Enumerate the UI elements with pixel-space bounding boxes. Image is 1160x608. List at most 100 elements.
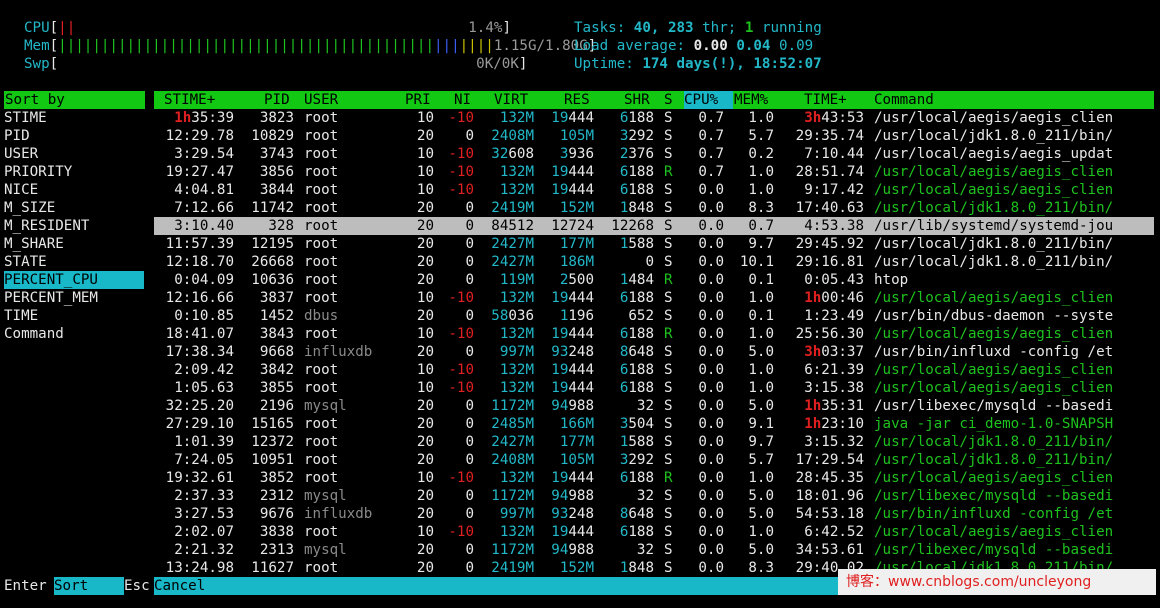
- cell-mem: 1.0: [748, 524, 774, 540]
- process-row[interactable]: 11:57.39 12195 root 20 0 2427M 177M 1588 S 0.0 9.7…: [154, 235, 1154, 253]
- sort-option-m-resident[interactable]: M_RESIDENT: [4, 217, 144, 235]
- cell-user: root: [304, 524, 339, 540]
- process-row[interactable]: 0:04.09 10636 root 20 0 119M 2500 1484 R 0.0 0.1 0:…: [154, 271, 1154, 289]
- sort-option-pid[interactable]: PID: [4, 127, 144, 145]
- cell-mem: 5.0: [748, 542, 774, 558]
- cell-time: 17:40.63: [795, 200, 864, 216]
- sort-option-time[interactable]: TIME: [4, 307, 144, 325]
- cell-cmd: /usr/bin/dbus-daemon --syste: [874, 308, 1114, 324]
- cell-cpu: 0.0: [698, 506, 724, 522]
- col-mem[interactable]: MEM%: [734, 91, 768, 109]
- cell-cmd: /usr/local/jdk1.8.0_211/bin/: [874, 254, 1114, 270]
- cell-stime: 0:10.85: [174, 308, 234, 324]
- process-row[interactable]: 7:24.05 10951 root 20 0 2408M 105M 3292 S 0.0 5.7 1…: [154, 451, 1154, 469]
- col-pid[interactable]: PID: [264, 91, 290, 109]
- process-row[interactable]: 32:25.20 2196 mysql 20 0 1172M 94988 32 S 0.0 5.0 1…: [154, 397, 1154, 415]
- cell-virt: 84512: [491, 218, 534, 234]
- col-shr[interactable]: SHR: [624, 91, 650, 109]
- cell-ni: 0: [465, 434, 474, 450]
- cell-stime: 19:27.47: [165, 164, 234, 180]
- process-row[interactable]: 12:29.78 10829 root 20 0 2408M 105M 3292 S 0.7 5.7…: [154, 127, 1154, 145]
- sort-option-percent-cpu[interactable]: PERCENT_CPU: [4, 271, 144, 289]
- cell-shr: 1588: [619, 434, 654, 450]
- process-row[interactable]: 19:27.47 3856 root 10 -10 132M 19444 6188 R 0.7 1.…: [154, 163, 1154, 181]
- cell-shr: 1484: [619, 272, 654, 288]
- sort-option-stime[interactable]: STIME: [4, 109, 144, 127]
- process-row[interactable]: 18:41.07 3843 root 10 -10 132M 19444 6188 R 0.0 1.…: [154, 325, 1154, 343]
- process-row[interactable]: 17:38.34 9668 influxdb 20 0 997M 93248 8648 S 0.0…: [154, 343, 1154, 361]
- cell-ni: -10: [448, 290, 474, 306]
- cell-s: S: [664, 452, 673, 468]
- sort-option-m-share[interactable]: M_SHARE: [4, 235, 144, 253]
- cell-pri: 10: [416, 182, 434, 198]
- process-row[interactable]: 4:04.81 3844 root 10 -10 132M 19444 6188 S 0.0 1.0…: [154, 181, 1154, 199]
- cell-pid: 12372: [251, 434, 294, 450]
- cell-time: 1:23.49: [804, 308, 864, 324]
- cell-cmd: /usr/lib/systemd/systemd-jou: [874, 218, 1114, 234]
- cell-shr: 652: [628, 308, 654, 324]
- process-row[interactable]: 12:16.66 3837 root 10 -10 132M 19444 6188 S 0.0 1.…: [154, 289, 1154, 307]
- col-res[interactable]: RES: [564, 91, 590, 109]
- cell-pid: 10951: [251, 452, 294, 468]
- cell-time: 54:53.18: [795, 506, 864, 522]
- col-ni[interactable]: NI: [454, 91, 471, 109]
- cell-pid: 328: [268, 218, 294, 234]
- process-row[interactable]: 19:32.61 3852 root 10 -10 132M 19444 6188 R 0.0 1.…: [154, 469, 1154, 487]
- cell-pid: 9668: [259, 344, 294, 360]
- col-command[interactable]: Command: [874, 91, 934, 109]
- cell-mem: 0.1: [748, 308, 774, 324]
- cell-user: influxdb: [304, 506, 373, 522]
- col-pri[interactable]: PRI: [405, 91, 431, 109]
- process-row[interactable]: 0:10.85 1452 dbus 20 0 58036 1196 652 S 0.0 0.1 1:2…: [154, 307, 1154, 325]
- minutes-value: 03:37: [821, 344, 864, 360]
- cpu-meter: CPU[|| 1.4%]: [24, 20, 511, 36]
- process-row[interactable]: 1h35:39 3823 root 10 -10 132M 19444 6188 S 0.7 1.0…: [154, 109, 1154, 127]
- sort-option-nice[interactable]: NICE: [4, 181, 144, 199]
- cell-time: 3:15.32: [804, 434, 864, 450]
- col-virt[interactable]: VIRT: [494, 91, 528, 109]
- process-row[interactable]: 1:05.63 3855 root 10 -10 132M 19444 6188 S 0.0 1.0…: [154, 379, 1154, 397]
- col-user[interactable]: USER: [304, 91, 338, 109]
- cell-pid: 3844: [259, 182, 294, 198]
- process-row[interactable]: 2:21.32 2313 mysql 20 0 1172M 94988 32 S 0.0 5.0 34…: [154, 541, 1154, 559]
- col-state[interactable]: S: [664, 91, 673, 109]
- cell-s: S: [664, 182, 673, 198]
- sort-option-command[interactable]: Command: [4, 325, 144, 343]
- cell-virt: 997M: [499, 344, 534, 360]
- process-row[interactable]: 2:02.07 3838 root 10 -10 132M 19444 6188 S 0.0 1.0…: [154, 523, 1154, 541]
- cell-shr: 6188: [619, 380, 654, 396]
- cell-ni: -10: [448, 110, 474, 126]
- cell-mem: 9.1: [748, 416, 774, 432]
- process-row[interactable]: 2:09.42 3842 root 10 -10 132M 19444 6188 S 0.0 1.0…: [154, 361, 1154, 379]
- cell-pri: 10: [416, 470, 434, 486]
- col-cpu[interactable]: CPU%: [684, 91, 733, 109]
- minutes-value: 35:31: [821, 398, 864, 414]
- col-stime[interactable]: STIME+: [164, 91, 215, 109]
- sort-option-user[interactable]: USER: [4, 145, 144, 163]
- cell-res: 19444: [551, 326, 594, 342]
- process-row[interactable]: 27:29.10 15165 root 20 0 2485M 166M 3504 S 0.0 9.1…: [154, 415, 1154, 433]
- cell-cpu: 0.0: [698, 326, 724, 342]
- col-time[interactable]: TIME+: [804, 91, 847, 109]
- cell-shr: 2376: [619, 146, 654, 162]
- process-row[interactable]: 7:12.66 11742 root 20 0 2419M 152M 1848 S 0.0 8.3 1…: [154, 199, 1154, 217]
- process-row[interactable]: 3:27.53 9676 influxdb 20 0 997M 93248 8648 S 0.0 5…: [154, 505, 1154, 523]
- process-row[interactable]: 2:37.33 2312 mysql 20 0 1172M 94988 32 S 0.0 5.0 18…: [154, 487, 1154, 505]
- cell-cpu: 0.0: [698, 290, 724, 306]
- cell-cpu: 0.7: [698, 128, 724, 144]
- process-row[interactable]: 1:01.39 12372 root 20 0 2427M 177M 1588 S 0.0 9.7 3…: [154, 433, 1154, 451]
- sort-option-state[interactable]: STATE: [4, 253, 144, 271]
- cell-user: dbus: [304, 308, 339, 324]
- sort-option-percent-mem[interactable]: PERCENT_MEM: [4, 289, 144, 307]
- sort-action-button[interactable]: Sort: [54, 577, 124, 595]
- sort-option-m-size[interactable]: M_SIZE: [4, 199, 144, 217]
- sort-option-priority[interactable]: PRIORITY: [4, 163, 144, 181]
- cell-pid: 3843: [259, 326, 294, 342]
- cell-s: R: [664, 326, 673, 342]
- process-row[interactable]: 3:10.40 328 root 20 0 84512 12724 12268 S 0.0 0.7 4…: [154, 217, 1154, 235]
- cell-virt: 2427M: [491, 254, 534, 270]
- cell-cmd: /usr/local/jdk1.8.0_211/bin/: [874, 452, 1114, 468]
- cell-cpu: 0.0: [698, 488, 724, 504]
- process-row[interactable]: 3:29.54 3743 root 10 -10 32608 3936 2376 S 0.7 0.2…: [154, 145, 1154, 163]
- process-row[interactable]: 12:18.70 26668 root 20 0 2427M 186M 0 S 0.0 10.1 29…: [154, 253, 1154, 271]
